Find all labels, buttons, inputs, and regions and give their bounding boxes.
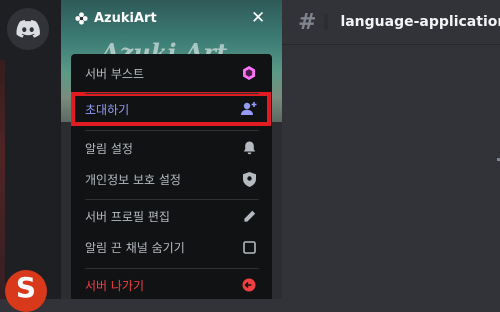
menu-item-label: 서버 프로필 편집 — [85, 209, 170, 224]
channel-name[interactable]: language-application — [340, 14, 500, 30]
leave-icon — [241, 277, 257, 293]
menu-divider — [85, 268, 259, 269]
server-icon-strip — [0, 60, 5, 299]
menu-item-leave-server[interactable]: 서버 나가기 — [79, 271, 264, 299]
menu-item-hide-muted-channels[interactable]: 알림 끈 채널 숨기기 — [79, 233, 264, 261]
shield-icon — [241, 171, 257, 187]
menu-item-label: 개인정보 보호 설정 — [85, 172, 181, 187]
close-icon[interactable]: ✕ — [251, 10, 265, 27]
menu-item-edit-server-profile[interactable]: 서버 프로필 편집 — [79, 202, 264, 230]
menu-item-notification-settings[interactable]: 알림 설정 — [79, 134, 264, 162]
hashtag-icon: # — [298, 9, 317, 35]
menu-item-label: 알림 설정 — [85, 141, 133, 156]
discord-home-button[interactable] — [7, 8, 49, 50]
menu-item-server-boost[interactable]: 서버 부스트 — [79, 59, 264, 87]
server-rail: S — [0, 0, 61, 312]
menu-item-invite[interactable]: 초대하기 — [79, 95, 264, 123]
menu-divider — [85, 93, 259, 94]
menu-item-label: 서버 나가기 — [85, 278, 145, 293]
server-avatar-icon[interactable]: S — [5, 270, 47, 312]
menu-item-label: 서버 부스트 — [85, 66, 145, 81]
menu-item-privacy-settings[interactable]: 개인정보 보호 설정 — [79, 165, 264, 193]
add-user-icon — [241, 101, 257, 117]
flower-badge-icon — [75, 12, 88, 25]
server-name-header[interactable]: AzukiArt — [75, 11, 157, 26]
boost-gem-icon — [241, 65, 257, 81]
channel-header: # language-application — [282, 0, 500, 45]
checkbox-icon[interactable] — [241, 239, 257, 255]
menu-divider — [85, 130, 259, 131]
menu-divider — [85, 199, 259, 200]
menu-item-label: 알림 끈 채널 숨기기 — [85, 240, 185, 255]
pencil-icon — [241, 208, 257, 224]
server-name: AzukiArt — [94, 11, 157, 26]
discord-logo-icon — [16, 20, 40, 38]
server-dropdown-menu: 서버 부스트 초대하기 알림 설정 개인정보 보호 설정 서버 프로필 편집 알… — [71, 54, 272, 299]
bell-icon — [241, 140, 257, 156]
menu-item-label: 초대하기 — [85, 102, 130, 117]
